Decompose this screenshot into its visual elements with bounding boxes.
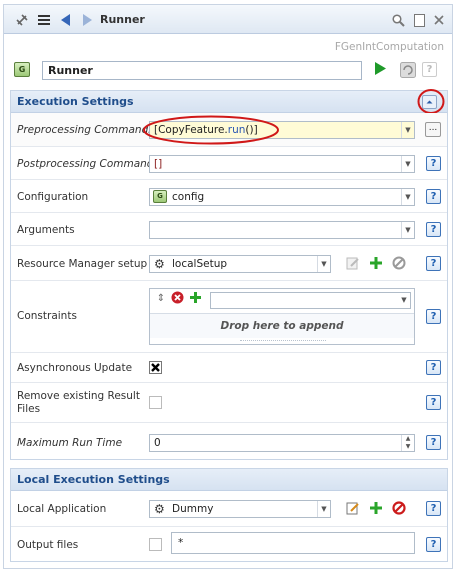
chevron-down-icon[interactable]: ▼ (398, 293, 410, 308)
max-run-time-field[interactable]: 0 ▲ ▼ (149, 434, 415, 452)
list-icon[interactable] (36, 12, 52, 28)
async-update-checkbox[interactable] (149, 361, 162, 374)
drop-zone[interactable]: Drop here to append (150, 313, 414, 338)
row-postprocessing: Postprocessing Commands [] ▼ ? (11, 146, 447, 179)
chevron-down-icon[interactable]: ▼ (401, 189, 414, 205)
component-name-row: G Runner ? (14, 59, 444, 81)
resource-manager-field[interactable]: ⚙ localSetup ▼ (149, 255, 331, 273)
add-icon[interactable] (368, 501, 384, 517)
spinner-icon[interactable]: ▲ ▼ (401, 435, 414, 451)
row-resource-manager: Resource Manager setup ⚙ localSetup ▼ ? (11, 245, 447, 280)
chevron-down-icon[interactable]: ▼ (401, 156, 414, 172)
remove-icon[interactable] (391, 501, 407, 517)
local-application-field[interactable]: ⚙ Dummy ▼ (149, 500, 331, 518)
remove-disabled-icon[interactable] (391, 256, 407, 272)
output-files-label: Output files (17, 539, 79, 551)
annotation-ellipse-preprocessing (143, 115, 279, 145)
window-title: Runner (100, 13, 145, 26)
chevron-down-icon[interactable]: ▼ (401, 122, 414, 138)
max-run-time-label: Maximum Run Time (17, 437, 123, 449)
edit-icon[interactable] (345, 256, 361, 272)
resource-manager-value: localSetup (172, 258, 228, 270)
row-async-update: Asynchronous Update ? (11, 352, 447, 382)
runner-panel: Runner FGenIntComputation G Runner ? Exe… (3, 4, 453, 569)
postprocessing-value: [] (154, 158, 163, 170)
execution-settings-section: Execution Settings Preprocessing Command… (10, 89, 448, 460)
resize-handle[interactable] (240, 340, 326, 341)
gear-icon: ⚙ (154, 257, 165, 271)
close-icon[interactable] (431, 12, 447, 28)
output-files-field[interactable]: * (171, 532, 415, 554)
row-local-application: Local Application ⚙ Dummy ▼ ? (11, 491, 447, 526)
row-max-run-time: Maximum Run Time 0 ▲ ▼ ? (11, 422, 447, 459)
row-constraints: Constraints ⇕ ▼ Drop here to append ? (11, 280, 447, 352)
configuration-label: Configuration (17, 191, 89, 203)
local-application-value: Dummy (172, 503, 214, 515)
add-constraint-icon[interactable] (187, 291, 203, 307)
annotation-circle-collapse (417, 89, 445, 114)
row-arguments: Arguments ▼ ? (11, 212, 447, 245)
back-icon[interactable] (58, 12, 74, 28)
row-output-files: Output files * ? (11, 526, 447, 561)
titlebar: Runner (4, 5, 452, 34)
row-remove-results: Remove existing Result Files ? (11, 382, 447, 422)
connect-icon[interactable] (14, 12, 30, 28)
help-icon[interactable]: ? (426, 435, 441, 450)
max-run-time-value: 0 (154, 437, 161, 449)
sort-icon[interactable]: ⇕ (153, 291, 169, 307)
section-header-local-execution[interactable]: Local Execution Settings (11, 469, 447, 491)
local-execution-settings-section: Local Execution Settings Local Applicati… (10, 468, 448, 562)
delete-icon[interactable] (169, 291, 185, 307)
arguments-field[interactable]: ▼ (149, 221, 415, 239)
search-icon[interactable] (390, 12, 406, 28)
forward-icon[interactable] (79, 12, 95, 28)
refresh-icon[interactable] (400, 62, 416, 78)
arguments-label: Arguments (17, 224, 75, 236)
help-icon[interactable]: ? (426, 360, 441, 375)
postprocessing-label: Postprocessing Commands (17, 158, 159, 170)
window-icon[interactable] (411, 12, 427, 28)
more-button[interactable]: ... (425, 122, 441, 137)
help-icon[interactable]: ? (426, 222, 441, 237)
row-preprocessing: Preprocessing Commands [CopyFeature.run(… (11, 113, 447, 146)
section-title: Local Execution Settings (17, 473, 170, 486)
postprocessing-commands-field[interactable]: [] ▼ (149, 155, 415, 173)
help-icon[interactable]: ? (426, 395, 441, 410)
edit-icon[interactable] (345, 501, 361, 517)
help-disabled-icon: ? (422, 62, 437, 77)
remove-results-label-2: Files (17, 403, 41, 415)
chevron-down-icon[interactable]: ▼ (317, 501, 330, 517)
section-title: Execution Settings (17, 95, 134, 108)
help-icon[interactable]: ? (426, 309, 441, 324)
help-icon[interactable]: ? (426, 256, 441, 271)
async-update-label: Asynchronous Update (17, 362, 133, 374)
output-files-checkbox[interactable] (149, 538, 162, 551)
constraints-editor: ⇕ ▼ Drop here to append (149, 288, 415, 345)
run-icon[interactable] (372, 62, 388, 78)
help-icon[interactable]: ? (426, 189, 441, 204)
component-type-icon: G (14, 62, 30, 77)
remove-results-label-1: Remove existing Result (17, 390, 140, 402)
resource-manager-label: Resource Manager setup (17, 258, 148, 270)
add-icon[interactable] (368, 256, 384, 272)
configuration-field[interactable]: G config ▼ (149, 188, 415, 206)
chevron-down-icon[interactable]: ▼ (317, 256, 330, 272)
remove-results-checkbox[interactable] (149, 396, 162, 409)
help-icon[interactable]: ? (426, 537, 441, 552)
help-icon[interactable]: ? (426, 156, 441, 171)
class-name-label: FGenIntComputation (334, 41, 444, 53)
constraints-label: Constraints (17, 310, 77, 322)
component-name-field[interactable]: Runner (42, 61, 362, 80)
chevron-down-icon[interactable]: ▼ (401, 222, 414, 238)
gear-icon: ⚙ (154, 502, 165, 516)
section-header-execution[interactable]: Execution Settings (11, 89, 447, 114)
preprocessing-label: Preprocessing Commands (17, 124, 154, 136)
config-type-icon: G (153, 190, 167, 203)
help-icon[interactable]: ? (426, 501, 441, 516)
row-configuration: Configuration G config ▼ ? (11, 179, 447, 212)
configuration-value: config (172, 191, 205, 203)
local-application-label: Local Application (17, 503, 107, 515)
constraint-type-select[interactable]: ▼ (210, 292, 411, 309)
